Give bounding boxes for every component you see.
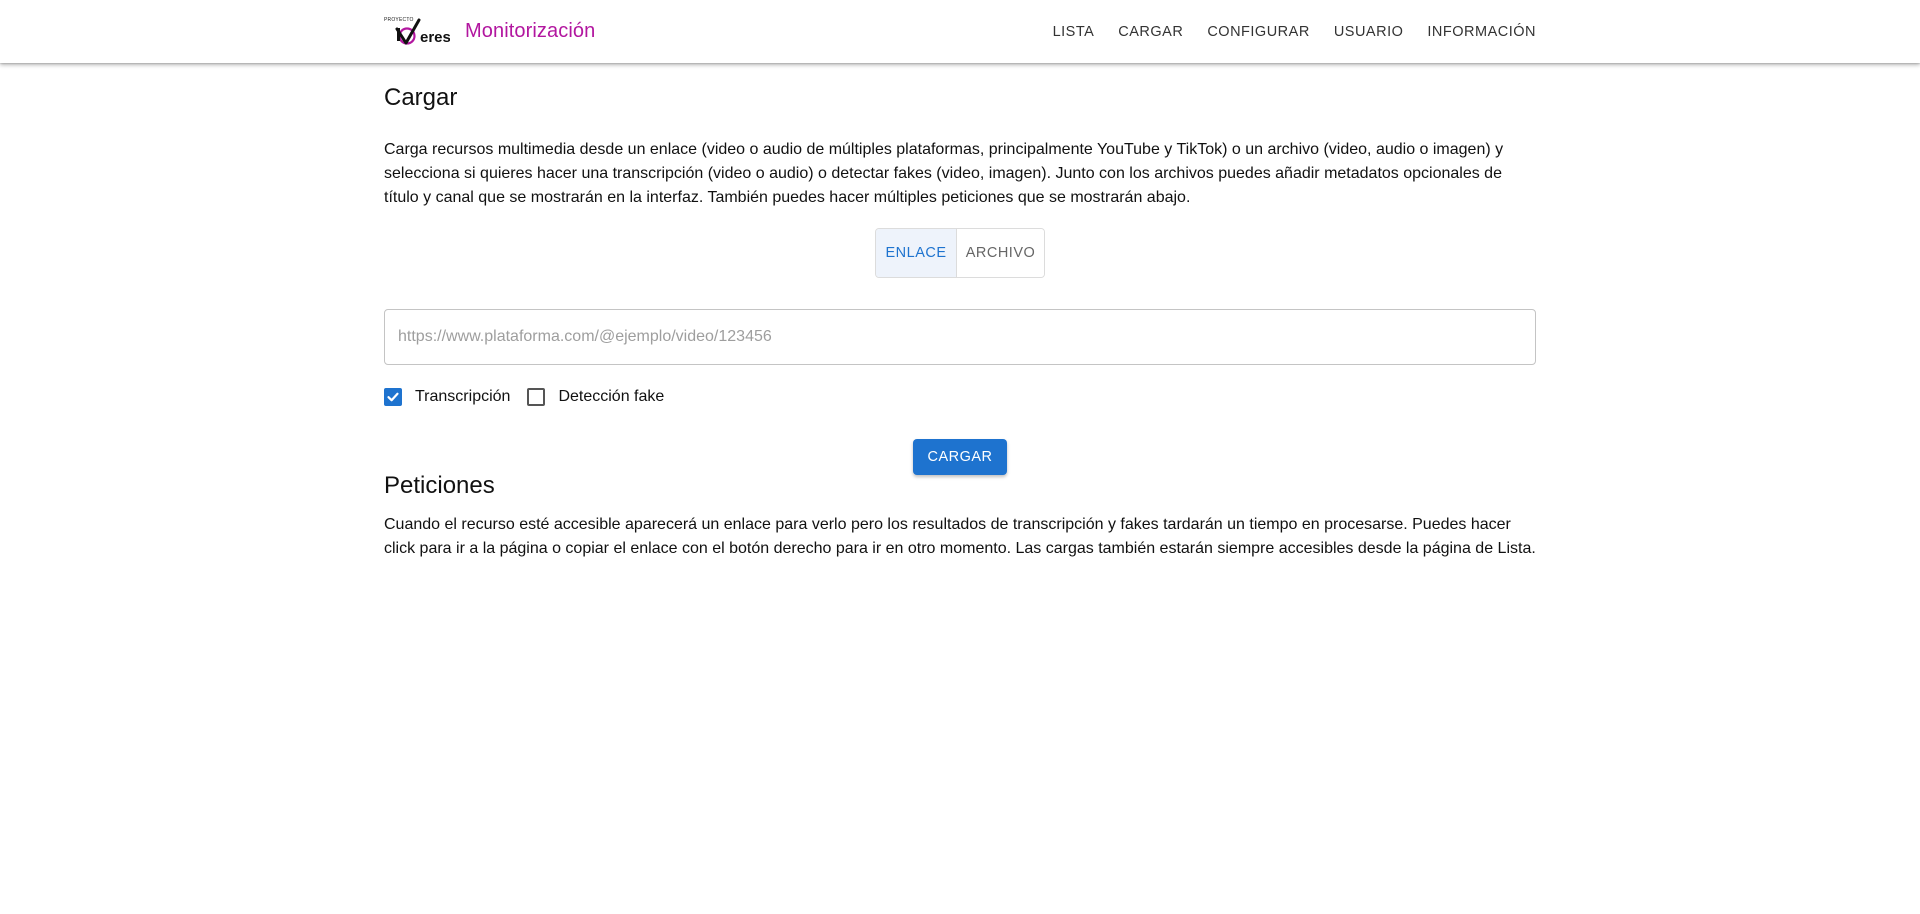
logo-mark-icon: eres <box>395 18 450 46</box>
nav-informacion[interactable]: INFORMACIÓN <box>1427 18 1536 46</box>
cargar-button[interactable]: CARGAR <box>913 439 1007 475</box>
svg-text:eres: eres <box>420 29 450 46</box>
app-title: Monitorización <box>465 20 596 42</box>
iveres-logo: PROYECTO eres <box>384 17 450 47</box>
requests-description: Cuando el recurso esté accesible aparece… <box>384 516 1536 557</box>
transcription-label: Transcripción <box>415 388 511 405</box>
fake-detection-checkbox[interactable]: Detección fake <box>527 388 664 406</box>
page-description: Carga recursos multimedia desde un enlac… <box>384 141 1504 206</box>
nav-usuario[interactable]: USUARIO <box>1334 18 1404 46</box>
nav-cargar[interactable]: CARGAR <box>1118 18 1183 46</box>
checkbox-unchecked-icon[interactable] <box>527 388 546 406</box>
app-bar: PROYECTO eres Monitorización LISTA CARGA… <box>0 0 1920 63</box>
checkbox-checked-icon[interactable] <box>384 388 402 406</box>
app-bar-content: PROYECTO eres Monitorización LISTA CARGA… <box>384 0 1536 63</box>
source-toggle-group: ENLACE ARCHIVO <box>875 228 1045 278</box>
transcription-checkbox[interactable]: Transcripción <box>384 388 510 406</box>
main-nav: LISTA CARGAR CONFIGURAR USUARIO INFORMAC… <box>1053 18 1536 46</box>
nav-configurar[interactable]: CONFIGURAR <box>1207 18 1309 46</box>
processing-options: Transcripción Detección fake <box>384 388 681 406</box>
brand-link[interactable]: PROYECTO eres Monitorización <box>384 17 595 47</box>
fake-detection-label: Detección fake <box>558 388 665 405</box>
page-title: Cargar <box>384 84 458 111</box>
requests-title: Peticiones <box>384 472 495 499</box>
toggle-enlace[interactable]: ENLACE <box>876 229 957 277</box>
url-input[interactable] <box>384 309 1536 365</box>
toggle-archivo[interactable]: ARCHIVO <box>957 229 1044 277</box>
nav-lista[interactable]: LISTA <box>1053 18 1095 46</box>
